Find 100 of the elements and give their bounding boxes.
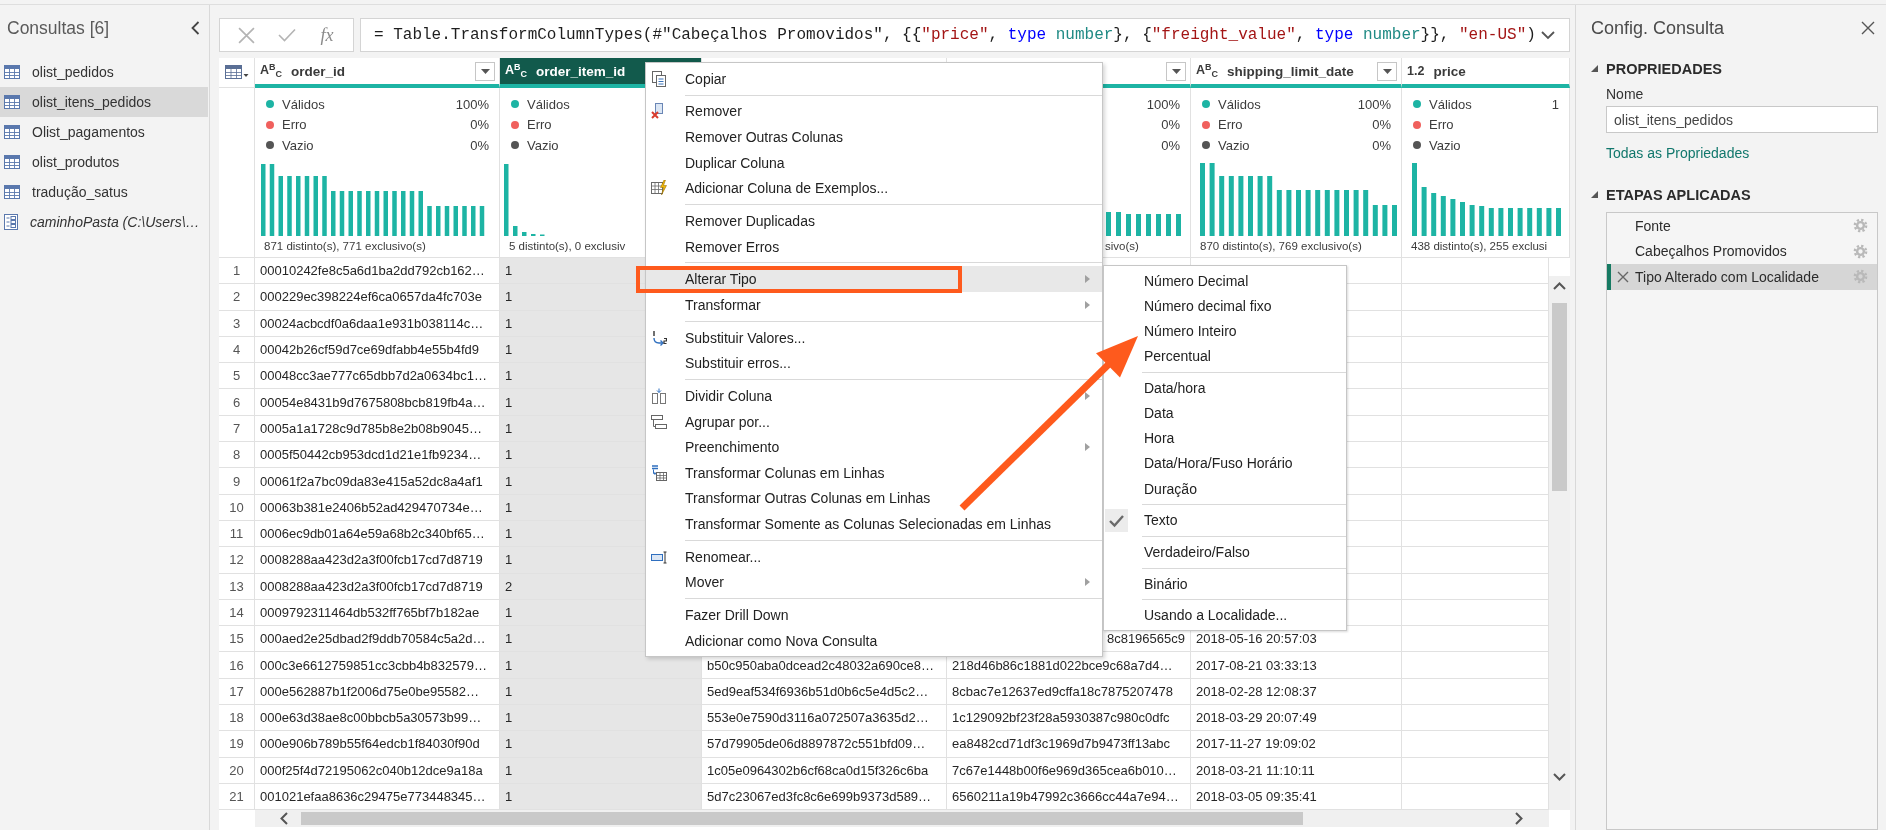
query-item[interactable]: olist_itens_pedidos bbox=[0, 86, 208, 117]
histogram-bar bbox=[444, 205, 450, 236]
histogram-bar bbox=[1238, 175, 1244, 236]
chevron-down-icon[interactable] bbox=[1541, 30, 1555, 40]
menu-item[interactable]: Data/hora bbox=[1143, 375, 1346, 401]
menu-item[interactable]: Verdadeiro/Falso bbox=[1143, 539, 1346, 565]
column-name: order_id bbox=[291, 63, 346, 79]
menu-item[interactable]: Duplicar Coluna bbox=[646, 149, 1102, 176]
query-item[interactable]: olist_produtos bbox=[0, 146, 208, 177]
table-icon bbox=[224, 65, 249, 80]
histogram-bar bbox=[427, 205, 432, 236]
row-number: 11 bbox=[219, 520, 255, 548]
formula-field[interactable]: = Table.TransformColumnTypes(#"Cabeçalhos Promovidos", {{"price", type number}, {"freight_value", type number}}, "en-US") bbox=[360, 18, 1570, 52]
menu-item[interactable]: Percentual bbox=[1143, 343, 1346, 369]
table-cell: 2017-08-21 03:33:13 bbox=[1191, 652, 1402, 679]
filter-button[interactable] bbox=[1166, 61, 1186, 81]
distinct-count-text: 438 distinto(s), 255 exclusi bbox=[1411, 239, 1548, 252]
table-cell: 0005a1a1728c9d785b8e2b08b9045… bbox=[255, 415, 500, 443]
chevron-down-icon[interactable] bbox=[1553, 773, 1566, 782]
histogram-bar bbox=[1166, 213, 1171, 236]
chevron-right-icon[interactable] bbox=[1515, 812, 1523, 826]
vertical-scrollbar[interactable] bbox=[1549, 276, 1570, 811]
filter-button[interactable] bbox=[1377, 61, 1397, 81]
row-number: 21 bbox=[219, 783, 255, 811]
query-item[interactable]: Olist_pagamentos bbox=[0, 116, 208, 147]
stat-label: Vazio bbox=[1429, 137, 1461, 153]
field-label: Nome bbox=[1606, 85, 1644, 104]
chevron-left-icon[interactable] bbox=[191, 21, 200, 35]
menu-item[interactable]: Adicionar Coluna de Exemplos... bbox=[646, 175, 1102, 202]
checkmark-icon bbox=[1105, 508, 1128, 532]
query-item[interactable]: tradução_satus bbox=[0, 176, 208, 207]
histogram-bar bbox=[278, 175, 283, 236]
column-header[interactable]: A$^{B}$$_{C}$ order_id bbox=[255, 58, 500, 88]
scrollbar-thumb[interactable] bbox=[301, 812, 1303, 826]
menu-item[interactable]: Remover Outras Colunas bbox=[646, 124, 1102, 150]
row-number: 20 bbox=[219, 757, 255, 784]
table-cell: 2018-03-29 20:07:49 bbox=[1191, 705, 1402, 732]
menu-item[interactable]: Duração bbox=[1143, 476, 1346, 502]
table-cell: 00048cc3ae777c65dbb7d2a0634bc1… bbox=[255, 363, 500, 390]
query-item[interactable]: caminhoPasta (C:\Users\… bbox=[0, 206, 208, 237]
chevron-left-icon[interactable] bbox=[280, 812, 288, 826]
applied-step[interactable]: Tipo Alterado com Localidade bbox=[1607, 264, 1877, 290]
menu-item[interactable]: Remover bbox=[646, 98, 1102, 125]
menu-item[interactable]: Texto bbox=[1143, 507, 1346, 533]
histogram-bar bbox=[1469, 204, 1475, 236]
column-header[interactable]: 1.2 price bbox=[1402, 58, 1570, 88]
menu-item[interactable]: Número Decimal bbox=[1143, 268, 1346, 294]
delete-icon[interactable] bbox=[1617, 270, 1629, 283]
histogram-bar bbox=[1431, 192, 1437, 236]
menu-item[interactable]: Data bbox=[1143, 400, 1346, 426]
scrollbar-thumb[interactable] bbox=[1552, 303, 1567, 491]
replace-arrow-icon bbox=[651, 329, 667, 346]
table-cell: 000229ec398224ef6ca0657da4fc703e bbox=[255, 284, 500, 311]
chevron-up-icon[interactable] bbox=[1553, 282, 1566, 290]
filter-button[interactable] bbox=[475, 61, 495, 81]
menu-item[interactable]: Número decimal fixo bbox=[1143, 293, 1346, 319]
table-cell: 2018-03-21 11:10:11 bbox=[1191, 757, 1402, 784]
histogram-bar bbox=[1421, 186, 1427, 236]
menu-item[interactable]: Data/Hora/Fuso Horário bbox=[1143, 450, 1346, 476]
histogram-bar bbox=[348, 190, 353, 236]
histogram-bar bbox=[1508, 207, 1513, 236]
section-header[interactable]: ETAPAS APLICADAS bbox=[1591, 182, 1878, 208]
menu-item[interactable]: Hora bbox=[1143, 425, 1346, 451]
stat-label: Erro bbox=[1429, 117, 1454, 133]
query-item[interactable]: olist_pedidos bbox=[0, 56, 208, 87]
table-cell: 000e906b789b55f64edcb1f84030f90d bbox=[255, 731, 500, 758]
stat-value: 0% bbox=[1161, 117, 1180, 133]
table-cell: 1 bbox=[500, 757, 702, 784]
histogram-bar bbox=[331, 190, 336, 236]
stat-label: Erro bbox=[1218, 117, 1243, 133]
applied-step[interactable]: Cabeçalhos Promovidos bbox=[1607, 238, 1877, 264]
histogram-bar bbox=[1479, 205, 1485, 236]
name-field[interactable]: olist_itens_pedidos bbox=[1606, 106, 1878, 133]
table-icon bbox=[4, 94, 20, 109]
menu-item[interactable]: Binário bbox=[1143, 571, 1346, 597]
menu-item[interactable]: Usando a Localidade... bbox=[1143, 602, 1346, 628]
histogram-bar bbox=[287, 175, 292, 236]
menu-item[interactable]: Número Inteiro bbox=[1143, 318, 1346, 344]
all-properties-link[interactable]: Todas as Propriedades bbox=[1606, 143, 1750, 163]
check-icon[interactable] bbox=[277, 28, 296, 42]
column-name: price bbox=[1433, 63, 1466, 79]
table-cell: 00063b381e2406b52ad429470734e… bbox=[255, 494, 500, 521]
row-number: 15 bbox=[219, 626, 255, 653]
table-menu-button[interactable] bbox=[219, 58, 255, 88]
table-cell: 1c05e0964302b6cf68ca0d15f326c6ba bbox=[702, 757, 947, 784]
table-cell: 1 bbox=[500, 731, 702, 758]
histogram-bar bbox=[1363, 189, 1369, 236]
table-cell: 0006ec9db01a64e59a68b2c340bf65… bbox=[255, 520, 500, 548]
section-header[interactable]: PROPRIEDADES bbox=[1591, 56, 1878, 82]
stat-value: 0% bbox=[1161, 137, 1180, 153]
insert-function-button[interactable]: fx bbox=[318, 24, 336, 46]
histogram-bar bbox=[1126, 213, 1131, 236]
column-header[interactable]: A$^{B}$$_{C}$ shipping_limit_date bbox=[1191, 58, 1402, 88]
close-icon[interactable] bbox=[1861, 21, 1875, 35]
table-cell: 0008288aa423d2a3f00fcb17cd7d8719 bbox=[255, 547, 500, 574]
table-cell: 1 bbox=[500, 783, 702, 811]
applied-step[interactable]: Fonte bbox=[1607, 213, 1877, 239]
menu-item[interactable]: Remover Erros bbox=[646, 233, 1102, 260]
horizontal-scrollbar[interactable] bbox=[255, 810, 1549, 828]
menu-item[interactable]: Remover Duplicadas bbox=[646, 208, 1102, 234]
